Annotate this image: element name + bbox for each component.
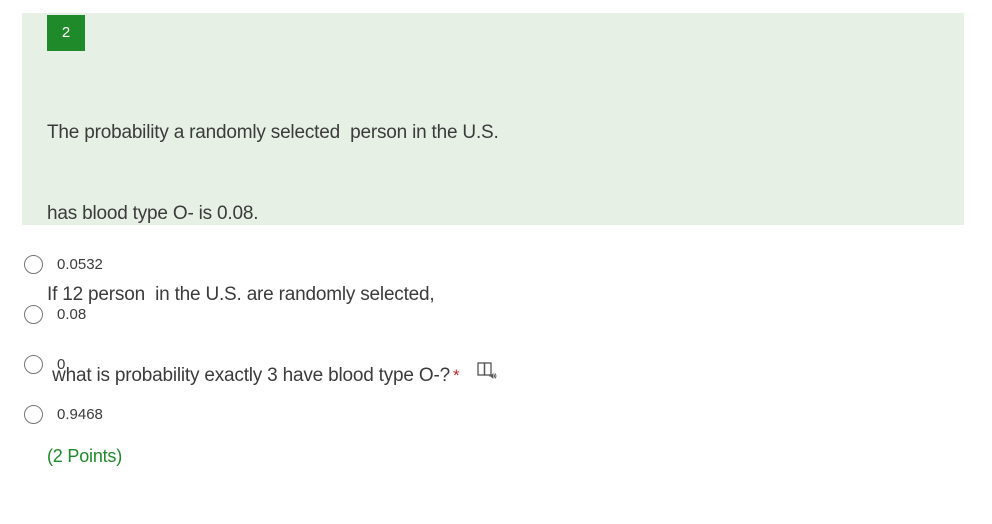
option-label: 0.08	[57, 305, 87, 323]
question-text: The probability a randomly selected pers…	[47, 65, 747, 524]
radio-button[interactable]	[24, 404, 43, 424]
option-row-3[interactable]: 0	[24, 352, 65, 376]
option-label: 0.9468	[57, 405, 103, 423]
radio-button[interactable]	[24, 304, 43, 324]
radio-button[interactable]	[24, 254, 43, 274]
question-line-4-row: what is probability exactly 3 have blood…	[47, 362, 747, 389]
question-card: 2 The probability a randomly selected pe…	[22, 13, 964, 466]
required-marker: *	[452, 366, 460, 385]
question-line-4: what is probability exactly 3 have blood…	[47, 365, 450, 386]
question-points: (2 Points)	[47, 446, 123, 466]
option-row-2[interactable]: 0.08	[24, 302, 86, 326]
option-row-4[interactable]: 0.9468	[24, 402, 103, 426]
question-number-badge: 2	[47, 15, 85, 51]
option-label: 0	[57, 355, 66, 373]
question-line-2: has blood type O- is 0.08.	[47, 203, 259, 224]
radio-button[interactable]	[24, 354, 43, 374]
question-line-1: The probability a randomly selected pers…	[47, 122, 499, 143]
immersive-reader-icon[interactable]	[477, 360, 497, 387]
question-line-3: If 12 person in the U.S. are randomly se…	[47, 284, 435, 305]
option-label: 0.0532	[57, 255, 103, 273]
option-row-1[interactable]: 0.0532	[24, 252, 103, 276]
